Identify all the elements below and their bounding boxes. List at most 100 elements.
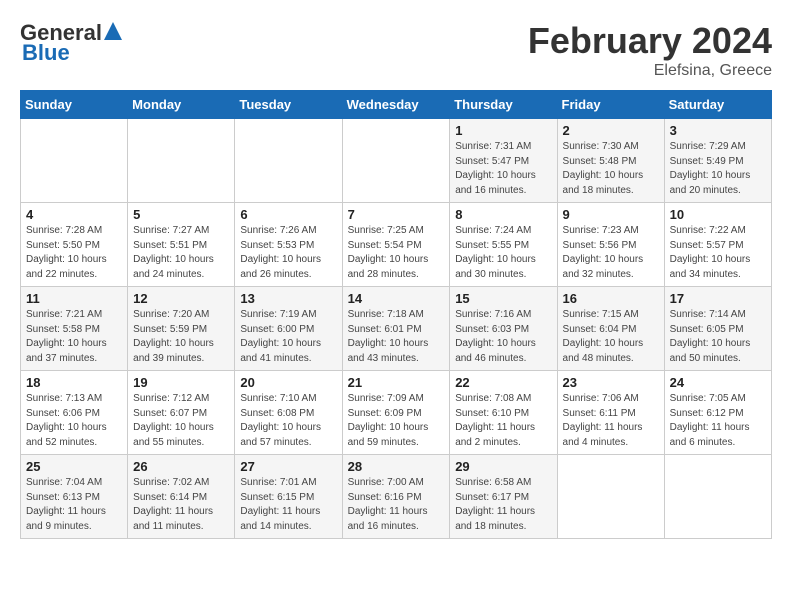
day-number: 29 [455, 459, 551, 474]
day-info: Sunrise: 7:30 AM Sunset: 5:48 PM Dayligh… [563, 140, 659, 198]
calendar-cell: 19 Sunrise: 7:12 AM Sunset: 6:07 PM Dayli… [128, 371, 235, 455]
day-info: Sunrise: 7:13 AM Sunset: 6:06 PM Dayligh… [26, 392, 122, 450]
calendar-title: February 2024 [528, 20, 772, 62]
calendar-cell: 23Sunrise: 7:06 AM Sunset: 6:11 PM Dayli… [557, 371, 664, 455]
day-info: Sunrise: 7:23 AM Sunset: 5:56 PM Dayligh… [563, 224, 659, 282]
calendar-cell: 9 Sunrise: 7:23 AM Sunset: 5:56 PM Daylig… [557, 203, 664, 287]
calendar-week-row: 18 Sunrise: 7:13 AM Sunset: 6:06 PM Dayli… [21, 371, 772, 455]
calendar-table: SundayMondayTuesdayWednesdayThursdayFrid… [20, 90, 772, 539]
weekday-header-thursday: Thursday [450, 91, 557, 119]
calendar-cell: 26 Sunrise: 7:02 AM Sunset: 6:14 PM Dayli… [128, 455, 235, 539]
day-info: Sunrise: 7:24 AM Sunset: 5:55 PM Dayligh… [455, 224, 551, 282]
weekday-header-friday: Friday [557, 91, 664, 119]
day-info: Sunrise: 7:00 AM Sunset: 6:16 PM Dayligh… [348, 476, 445, 534]
calendar-cell: 12Sunrise: 7:20 AM Sunset: 5:59 PM Dayli… [128, 287, 235, 371]
day-number: 22 [455, 375, 551, 390]
calendar-cell: 16Sunrise: 7:15 AM Sunset: 6:04 PM Dayli… [557, 287, 664, 371]
day-info: Sunrise: 7:15 AM Sunset: 6:04 PM Dayligh… [563, 308, 659, 366]
calendar-week-row: 25Sunrise: 7:04 AM Sunset: 6:13 PM Dayli… [21, 455, 772, 539]
calendar-week-row: 11 Sunrise: 7:21 AM Sunset: 5:58 PM Dayli… [21, 287, 772, 371]
day-info: Sunrise: 7:31 AM Sunset: 5:47 PM Dayligh… [455, 140, 551, 198]
calendar-cell [664, 455, 771, 539]
logo-blue: Blue [22, 40, 70, 66]
day-number: 13 [240, 291, 336, 306]
day-number: 2 [563, 123, 659, 138]
day-info: Sunrise: 7:26 AM Sunset: 5:53 PM Dayligh… [240, 224, 336, 282]
day-number: 9 [563, 207, 659, 222]
calendar-cell [21, 119, 128, 203]
calendar-cell: 17 Sunrise: 7:14 AM Sunset: 6:05 PM Dayli… [664, 287, 771, 371]
day-number: 3 [670, 123, 766, 138]
weekday-header-monday: Monday [128, 91, 235, 119]
day-number: 19 [133, 375, 229, 390]
day-info: Sunrise: 7:28 AM Sunset: 5:50 PM Dayligh… [26, 224, 122, 282]
calendar-cell: 7 Sunrise: 7:25 AM Sunset: 5:54 PM Daylig… [342, 203, 450, 287]
day-number: 17 [670, 291, 766, 306]
calendar-cell: 2 Sunrise: 7:30 AM Sunset: 5:48 PM Daylig… [557, 119, 664, 203]
day-info: Sunrise: 7:20 AM Sunset: 5:59 PM Dayligh… [133, 308, 229, 366]
weekday-header-saturday: Saturday [664, 91, 771, 119]
day-number: 21 [348, 375, 445, 390]
day-info: Sunrise: 7:06 AM Sunset: 6:11 PM Dayligh… [563, 392, 659, 450]
day-info: Sunrise: 6:58 AM Sunset: 6:17 PM Dayligh… [455, 476, 551, 534]
day-info: Sunrise: 7:14 AM Sunset: 6:05 PM Dayligh… [670, 308, 766, 366]
day-number: 14 [348, 291, 445, 306]
weekday-header-tuesday: Tuesday [235, 91, 342, 119]
calendar-cell: 18 Sunrise: 7:13 AM Sunset: 6:06 PM Dayli… [21, 371, 128, 455]
logo-icon [104, 22, 122, 40]
calendar-cell: 11 Sunrise: 7:21 AM Sunset: 5:58 PM Dayli… [21, 287, 128, 371]
calendar-week-row: 4 Sunrise: 7:28 AM Sunset: 5:50 PM Daylig… [21, 203, 772, 287]
calendar-cell: 25Sunrise: 7:04 AM Sunset: 6:13 PM Dayli… [21, 455, 128, 539]
day-number: 10 [670, 207, 766, 222]
calendar-cell: 6 Sunrise: 7:26 AM Sunset: 5:53 PM Daylig… [235, 203, 342, 287]
day-number: 24 [670, 375, 766, 390]
day-number: 15 [455, 291, 551, 306]
day-info: Sunrise: 7:10 AM Sunset: 6:08 PM Dayligh… [240, 392, 336, 450]
logo: General Blue [20, 20, 122, 66]
weekday-header-sunday: Sunday [21, 91, 128, 119]
day-info: Sunrise: 7:18 AM Sunset: 6:01 PM Dayligh… [348, 308, 445, 366]
day-number: 27 [240, 459, 336, 474]
calendar-cell: 24 Sunrise: 7:05 AM Sunset: 6:12 PM Dayli… [664, 371, 771, 455]
day-number: 11 [26, 291, 122, 306]
day-number: 20 [240, 375, 336, 390]
calendar-cell: 22Sunrise: 7:08 AM Sunset: 6:10 PM Dayli… [450, 371, 557, 455]
day-number: 4 [26, 207, 122, 222]
day-info: Sunrise: 7:27 AM Sunset: 5:51 PM Dayligh… [133, 224, 229, 282]
day-number: 26 [133, 459, 229, 474]
page-header: General Blue February 2024 Elefsina, Gre… [20, 20, 772, 80]
day-info: Sunrise: 7:19 AM Sunset: 6:00 PM Dayligh… [240, 308, 336, 366]
title-area: February 2024 Elefsina, Greece [528, 20, 772, 80]
day-info: Sunrise: 7:05 AM Sunset: 6:12 PM Dayligh… [670, 392, 766, 450]
calendar-cell: 29 Sunrise: 6:58 AM Sunset: 6:17 PM Dayli… [450, 455, 557, 539]
day-info: Sunrise: 7:25 AM Sunset: 5:54 PM Dayligh… [348, 224, 445, 282]
day-info: Sunrise: 7:12 AM Sunset: 6:07 PM Dayligh… [133, 392, 229, 450]
calendar-subtitle: Elefsina, Greece [528, 62, 772, 80]
day-number: 25 [26, 459, 122, 474]
calendar-cell [128, 119, 235, 203]
calendar-cell: 13 Sunrise: 7:19 AM Sunset: 6:00 PM Dayli… [235, 287, 342, 371]
day-number: 6 [240, 207, 336, 222]
calendar-cell [235, 119, 342, 203]
day-number: 7 [348, 207, 445, 222]
day-number: 1 [455, 123, 551, 138]
day-number: 8 [455, 207, 551, 222]
calendar-cell [342, 119, 450, 203]
calendar-cell: 27 Sunrise: 7:01 AM Sunset: 6:15 PM Dayli… [235, 455, 342, 539]
day-info: Sunrise: 7:01 AM Sunset: 6:15 PM Dayligh… [240, 476, 336, 534]
day-number: 5 [133, 207, 229, 222]
calendar-cell: 1 Sunrise: 7:31 AM Sunset: 5:47 PM Daylig… [450, 119, 557, 203]
calendar-cell: 14 Sunrise: 7:18 AM Sunset: 6:01 PM Dayli… [342, 287, 450, 371]
day-info: Sunrise: 7:02 AM Sunset: 6:14 PM Dayligh… [133, 476, 229, 534]
day-info: Sunrise: 7:21 AM Sunset: 5:58 PM Dayligh… [26, 308, 122, 366]
calendar-cell: 28Sunrise: 7:00 AM Sunset: 6:16 PM Dayli… [342, 455, 450, 539]
calendar-cell: 21Sunrise: 7:09 AM Sunset: 6:09 PM Dayli… [342, 371, 450, 455]
weekday-header-wednesday: Wednesday [342, 91, 450, 119]
calendar-cell: 3Sunrise: 7:29 AM Sunset: 5:49 PM Daylig… [664, 119, 771, 203]
calendar-cell: 8 Sunrise: 7:24 AM Sunset: 5:55 PM Daylig… [450, 203, 557, 287]
day-number: 18 [26, 375, 122, 390]
calendar-week-row: 1 Sunrise: 7:31 AM Sunset: 5:47 PM Daylig… [21, 119, 772, 203]
day-info: Sunrise: 7:22 AM Sunset: 5:57 PM Dayligh… [670, 224, 766, 282]
calendar-cell: 5 Sunrise: 7:27 AM Sunset: 5:51 PM Daylig… [128, 203, 235, 287]
day-info: Sunrise: 7:16 AM Sunset: 6:03 PM Dayligh… [455, 308, 551, 366]
